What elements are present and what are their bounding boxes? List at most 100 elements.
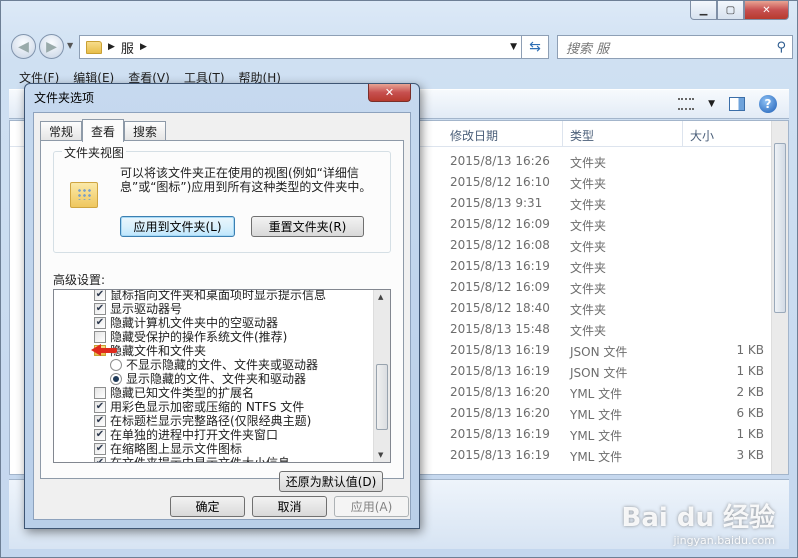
file-type: YML 文件 <box>570 450 623 464</box>
setting-checkbox[interactable]: ✔ <box>94 317 106 329</box>
file-type: 文件夹 <box>570 303 607 317</box>
folder-views-description: 可以将该文件夹正在使用的视图(例如“详细信息”或“图标”)应用到所有这种类型的文… <box>120 166 372 194</box>
setting-checkbox[interactable]: ✔ <box>94 401 106 413</box>
setting-label: 不显示隐藏的文件、文件夹或驱动器 <box>126 358 319 372</box>
column-date-modified[interactable]: 修改日期 <box>450 127 498 144</box>
scroll-thumb[interactable] <box>774 143 786 313</box>
file-date: 2015/8/13 9:31 <box>450 196 543 210</box>
setting-label: 隐藏已知文件类型的扩展名 <box>110 386 255 400</box>
breadcrumb-folder[interactable]: 服 <box>121 38 134 57</box>
setting-item[interactable]: ✔ 隐藏计算机文件夹中的空驱动器 <box>54 316 373 330</box>
dialog-close-button[interactable]: ✕ <box>368 84 411 102</box>
column-size[interactable]: 大小 <box>690 127 714 144</box>
dialog-body: 常规 查看 搜索 文件夹视图 可以将该文件夹正在使用的视图(例如“详细信息”或“… <box>33 112 411 520</box>
tab-search[interactable]: 搜索 <box>124 121 167 141</box>
file-date: 2015/8/12 16:09 <box>450 280 550 294</box>
setting-item[interactable]: 隐藏已知文件类型的扩展名 <box>54 386 373 400</box>
search-placeholder: 搜索 服 <box>566 41 610 57</box>
file-date: 2015/8/13 16:19 <box>450 427 550 441</box>
setting-label: 显示驱动器号 <box>110 302 183 316</box>
column-divider[interactable] <box>682 121 683 147</box>
view-options-dropdown-icon[interactable]: ▼ <box>708 99 715 109</box>
restore-defaults-button[interactable]: 还原为默认值(D) <box>279 471 383 492</box>
setting-checkbox[interactable]: ✔ <box>94 290 106 301</box>
recent-pages-dropdown[interactable]: ▼ <box>67 41 73 50</box>
setting-checkbox[interactable] <box>94 387 106 399</box>
search-input[interactable]: 搜索 服 ⚲ <box>557 35 793 59</box>
address-bar[interactable]: ▶ 服 ▶ ▼ <box>79 35 524 59</box>
advanced-settings-list[interactable]: ✔ 鼠标指向文件夹和桌面项时显示提示信息 ✔ 显示驱动器号 ✔ 隐藏计算机文件夹中的空驱动… <box>53 289 391 463</box>
tab-view[interactable]: 查看 <box>82 119 125 142</box>
refresh-button[interactable]: ⇆ <box>521 35 549 59</box>
reset-folders-button[interactable]: 重置文件夹(R) <box>251 216 364 237</box>
file-date: 2015/8/12 16:08 <box>450 238 550 252</box>
breadcrumb-chevron-icon[interactable]: ▶ <box>140 42 147 52</box>
file-date: 2015/8/13 15:48 <box>450 322 550 336</box>
change-view-icon[interactable] <box>678 98 695 110</box>
setting-label: 隐藏文件和文件夹 <box>110 344 207 358</box>
setting-checkbox[interactable]: ✔ <box>94 415 106 427</box>
setting-label: 用彩色显示加密或压缩的 NTFS 文件 <box>110 400 305 414</box>
file-date: 2015/8/13 16:20 <box>450 385 550 399</box>
column-divider[interactable] <box>562 121 563 147</box>
setting-item[interactable]: 隐藏受保护的操作系统文件(推荐) <box>54 330 373 344</box>
preview-pane-icon[interactable] <box>729 97 745 111</box>
cancel-button[interactable]: 取消 <box>252 496 327 517</box>
setting-checkbox[interactable]: ✔ <box>94 303 106 315</box>
apply-button[interactable]: 应用(A) <box>334 496 409 517</box>
setting-checkbox[interactable] <box>94 331 106 343</box>
tab-general[interactable]: 常规 <box>40 121 83 141</box>
setting-checkbox[interactable]: ✔ <box>94 457 106 462</box>
minimize-button[interactable]: ▁ <box>690 1 717 20</box>
setting-item[interactable]: ✔ 在缩略图上显示文件图标 <box>54 442 373 456</box>
scroll-down-icon[interactable]: ▼ <box>378 451 383 459</box>
setting-item[interactable]: ✔ 用彩色显示加密或压缩的 NTFS 文件 <box>54 400 373 414</box>
red-arrow-annotation <box>91 344 117 356</box>
scroll-thumb[interactable] <box>376 364 388 430</box>
setting-item[interactable]: 不显示隐藏的文件、文件夹或驱动器 <box>54 358 373 372</box>
search-icon[interactable]: ⚲ <box>776 40 786 55</box>
watermark: Bai du 经验 jingyan.baidu.com <box>622 497 776 547</box>
file-type: 文件夹 <box>570 177 607 191</box>
setting-checkbox[interactable]: ✔ <box>94 429 106 441</box>
column-type[interactable]: 类型 <box>570 127 594 144</box>
setting-item[interactable]: ✔ 在标题栏显示完整路径(仅限经典主题) <box>54 414 373 428</box>
setting-item[interactable]: ✔ 在文件夹提示中显示文件大小信息 <box>54 456 373 463</box>
maximize-button[interactable]: ▢ <box>717 1 744 20</box>
close-icon: ✕ <box>762 4 771 16</box>
setting-label: 在标题栏显示完整路径(仅限经典主题) <box>110 414 312 428</box>
maximize-icon: ▢ <box>725 4 736 16</box>
setting-item[interactable]: ✔ 鼠标指向文件夹和桌面项时显示提示信息 <box>54 289 373 302</box>
apply-to-folders-button[interactable]: 应用到文件夹(L) <box>120 216 235 237</box>
forward-button[interactable]: ▶ <box>39 34 64 59</box>
file-type: 文件夹 <box>570 324 607 338</box>
setting-checkbox[interactable]: ✔ <box>94 443 106 455</box>
setting-item[interactable]: 显示隐藏的文件、文件夹和驱动器 <box>54 372 373 386</box>
ok-button[interactable]: 确定 <box>170 496 245 517</box>
file-date: 2015/8/13 16:19 <box>450 364 550 378</box>
file-size: 2 KB <box>736 385 764 399</box>
setting-label: 鼠标指向文件夹和桌面项时显示提示信息 <box>110 289 327 302</box>
file-size: 6 KB <box>736 406 764 420</box>
file-size: 1 KB <box>736 427 764 441</box>
file-type: 文件夹 <box>570 156 607 170</box>
setting-radio[interactable] <box>110 373 122 385</box>
vertical-scrollbar[interactable] <box>771 121 788 474</box>
back-button[interactable]: ◀ <box>11 34 36 59</box>
file-size: 3 KB <box>736 448 764 462</box>
address-dropdown-icon[interactable]: ▼ <box>510 42 517 52</box>
close-button[interactable]: ✕ <box>744 1 789 20</box>
setting-item[interactable]: ✔ 显示驱动器号 <box>54 302 373 316</box>
folder-options-dialog: 文件夹选项 ✕ 常规 查看 搜索 文件夹视图 可以将该文件夹正在使用的视图(例如… <box>24 83 420 529</box>
file-type: 文件夹 <box>570 282 607 296</box>
setting-radio[interactable] <box>110 359 122 371</box>
close-icon: ✕ <box>384 86 395 99</box>
setting-label: 在文件夹提示中显示文件大小信息 <box>110 456 291 463</box>
file-date: 2015/8/12 18:40 <box>450 301 550 315</box>
setting-item[interactable]: ✔ 在单独的进程中打开文件夹窗口 <box>54 428 373 442</box>
settings-scrollbar[interactable]: ▲ ▼ <box>373 290 390 462</box>
breadcrumb-chevron-icon[interactable]: ▶ <box>108 42 115 52</box>
help-icon[interactable]: ? <box>759 95 777 113</box>
scroll-up-icon[interactable]: ▲ <box>378 293 383 301</box>
file-type: YML 文件 <box>570 429 623 443</box>
